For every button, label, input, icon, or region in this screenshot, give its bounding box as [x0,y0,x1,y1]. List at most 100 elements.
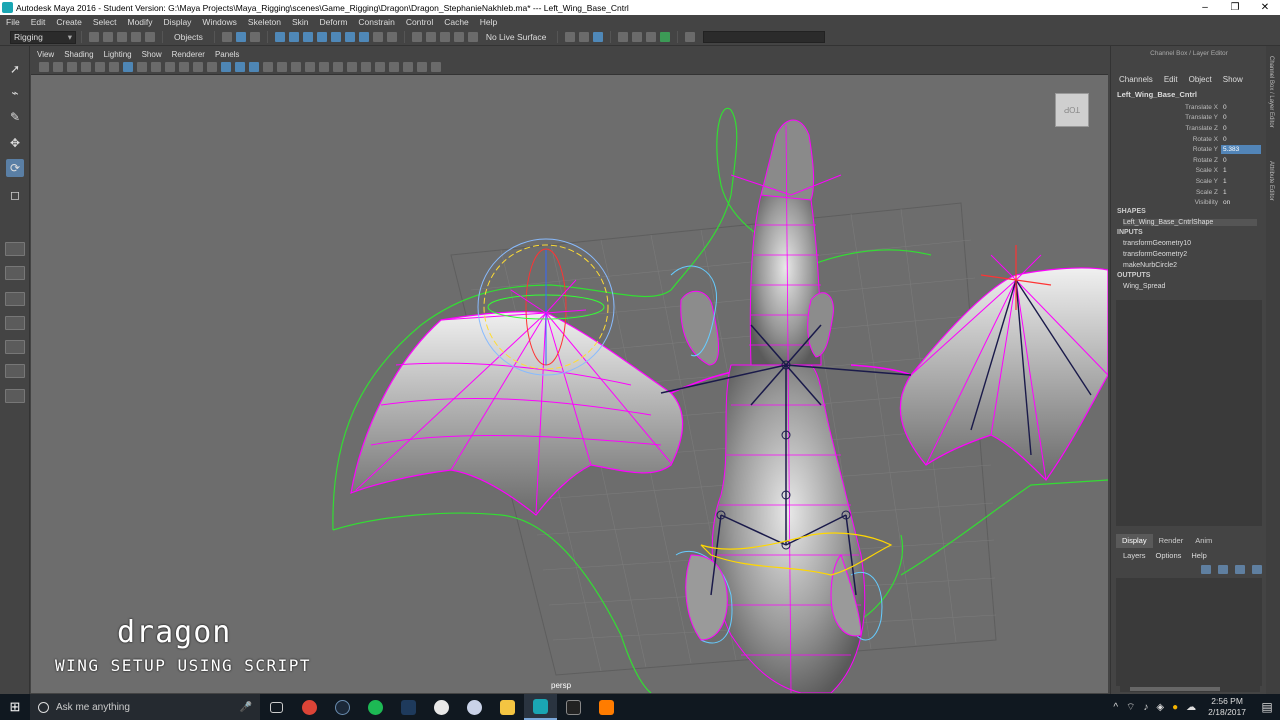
mask-deformers-icon[interactable] [330,32,341,42]
smooth-shade-icon[interactable] [235,62,245,72]
microphone-icon[interactable]: 🎤 [240,702,252,713]
mask-handles-icon[interactable] [274,32,285,42]
new-scene-icon[interactable] [89,32,99,42]
snap-curve-icon[interactable] [425,32,436,42]
use-all-lights-icon[interactable] [277,62,287,72]
paint-select-tool-icon[interactable]: ✎ [6,108,24,126]
panel-menu-panels[interactable]: Panels [215,50,239,59]
hypershade-icon[interactable] [646,32,657,42]
attr-row-translate-z[interactable]: Translate Z0 [1111,123,1267,134]
undo-icon[interactable] [131,32,141,42]
menu-constrain[interactable]: Constrain [358,17,394,27]
select-tool-icon[interactable]: ➚ [6,60,24,78]
layer-menu-help[interactable]: Help [1191,551,1206,560]
outliner-layout-icon[interactable] [5,364,25,378]
mask-dynamics-icon[interactable] [344,32,355,42]
attr-row-rotate-y[interactable]: Rotate Y 5.383 [1111,144,1267,155]
persp-graph-layout-icon[interactable] [5,316,25,330]
xray-joints-icon[interactable] [333,62,343,72]
channel-menu-edit[interactable]: Edit [1164,75,1178,87]
menu-file[interactable]: File [6,17,20,27]
textured-icon[interactable] [263,62,273,72]
open-scene-icon[interactable] [103,32,113,42]
panel-options-icon[interactable] [5,389,25,403]
single-perspective-layout-icon[interactable] [5,242,25,256]
action-center-icon[interactable]: ▤ [1254,700,1280,714]
menu-cache[interactable]: Cache [444,17,469,27]
panel-menu-lighting[interactable]: Lighting [104,50,132,59]
safe-title-icon[interactable] [207,62,217,72]
attr-value[interactable]: 1 [1221,177,1261,186]
channel-box-scrollbar[interactable] [1120,686,1260,692]
lasso-tool-icon[interactable]: ⌁ [6,84,24,102]
camera-select-icon[interactable] [39,62,49,72]
channel-menu-show[interactable]: Show [1223,75,1243,87]
viewcube[interactable]: TOP [1055,93,1089,127]
perspective-viewport[interactable]: TOP persp dragon wing setup using script [31,75,1108,693]
lock-selection-icon[interactable] [372,32,383,42]
obs-icon[interactable] [425,694,458,720]
layer-list[interactable] [1116,578,1262,686]
gate-mask-icon[interactable] [165,62,175,72]
steam-icon[interactable] [326,694,359,720]
select-component-icon[interactable] [249,32,260,42]
selection-mode-label[interactable]: Objects [174,32,203,42]
mask-surfaces-icon[interactable] [316,32,327,42]
taskbar-clock[interactable]: 2:56 PM 2/18/2017 [1208,696,1246,718]
highlight-selection-icon[interactable] [386,32,397,42]
show-hidden-icons-icon[interactable]: ^ [1113,702,1118,713]
minimize-button[interactable]: – [1190,2,1220,13]
side-tab-attribute-editor[interactable]: Attribute Editor [1268,161,1274,201]
snap-point-icon[interactable] [439,32,450,42]
snap-view-plane-icon[interactable] [453,32,464,42]
mask-rendering-icon[interactable] [358,32,369,42]
field-chart-icon[interactable] [179,62,189,72]
attr-value[interactable]: on [1221,198,1261,207]
make-live-icon[interactable] [467,32,478,42]
menu-select[interactable]: Select [93,17,117,27]
attr-row-translate-x[interactable]: Translate X0 [1111,102,1267,113]
rotate-tool-icon[interactable]: ⟳ [6,159,24,177]
wireframe-icon[interactable] [221,62,231,72]
ambient-occlusion-icon[interactable] [347,62,357,72]
menu-edit[interactable]: Edit [31,17,46,27]
new-layer-from-selection-icon[interactable] [1252,565,1262,574]
input-node[interactable]: makeNurbCircle2 [1123,262,1177,269]
xray-icon[interactable] [319,62,329,72]
exposure-icon[interactable] [403,62,413,72]
network-icon[interactable]: ⌔ [1126,701,1135,714]
snap-grid-icon[interactable] [411,32,422,42]
attr-row-rotate-z[interactable]: Rotate Z0 [1111,155,1267,166]
onedrive-icon[interactable]: ☁ [1186,702,1196,713]
menu-display[interactable]: Display [164,17,192,27]
ipr-render-icon[interactable] [618,32,629,42]
shape-node[interactable]: Left_Wing_Base_CntrlShape [1123,219,1257,226]
color-management-icon[interactable] [431,62,441,72]
tab-anim[interactable]: Anim [1189,534,1218,548]
attr-value[interactable]: 1 [1221,166,1261,175]
bookmark-icon[interactable] [67,62,77,72]
tab-render[interactable]: Render [1153,534,1190,548]
menu-modify[interactable]: Modify [128,17,153,27]
maya-taskbar-icon[interactable] [524,694,557,720]
scrollbar-thumb[interactable] [1130,687,1220,691]
panel-menu-show[interactable]: Show [142,50,162,59]
volume-icon[interactable]: ♪ [1143,702,1148,713]
menu-control[interactable]: Control [406,17,433,27]
panel-menu-renderer[interactable]: Renderer [172,50,205,59]
scale-tool-icon[interactable]: ◻ [6,186,24,204]
attr-value[interactable]: 0 [1221,113,1261,122]
shadows-icon[interactable] [291,62,301,72]
menu-skin[interactable]: Skin [292,17,309,27]
render-settings-icon[interactable] [632,32,643,42]
restore-button[interactable]: ❐ [1220,2,1250,13]
wireframe-on-shaded-icon[interactable] [249,62,259,72]
discord-icon[interactable] [458,694,491,720]
menu-set-select[interactable]: Rigging [10,30,76,44]
channel-menu-channels[interactable]: Channels [1119,75,1153,87]
move-layer-up-icon[interactable] [1201,565,1211,574]
output-node[interactable]: Wing_Spread [1123,283,1165,290]
cmd-icon[interactable] [557,694,590,720]
channel-menu-object[interactable]: Object [1189,75,1212,87]
task-view-icon[interactable] [260,694,293,720]
